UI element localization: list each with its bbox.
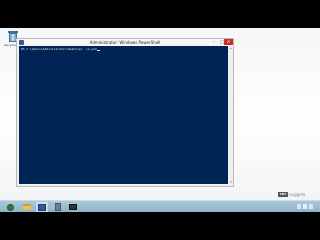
watermark-text: nuggets	[289, 192, 306, 197]
window-title: Administrator: Windows PowerShell	[89, 40, 161, 45]
folder-icon	[23, 204, 31, 210]
text-cursor	[96, 50, 100, 51]
powershell-icon	[38, 203, 46, 211]
powershell-taskbar-button[interactable]	[36, 202, 48, 212]
start-button[interactable]	[4, 202, 16, 212]
desktop: Recycle Bin Administrator: Windows Power…	[0, 0, 320, 240]
powershell-window[interactable]: Administrator: Windows PowerShell – □ ✕ …	[16, 38, 234, 187]
system-tray[interactable]	[297, 203, 317, 211]
cmd-taskbar-button[interactable]	[67, 202, 79, 212]
scroll-down-arrow-icon[interactable]: ▾	[229, 180, 233, 184]
server-manager-taskbar-button[interactable]	[52, 202, 64, 212]
console-prompt-text: PS C:\Users\Administrator\Desktop> .\s.p…	[21, 47, 97, 51]
close-button[interactable]: ✕	[224, 39, 233, 45]
volume-icon[interactable]	[309, 204, 313, 209]
watermark-badge: CBT	[278, 192, 288, 197]
network-icon[interactable]	[303, 204, 307, 209]
windows-start-icon	[6, 203, 14, 211]
title-bar[interactable]: Administrator: Windows PowerShell – □ ✕	[17, 39, 233, 46]
letterbox-bottom	[0, 212, 320, 240]
scroll-up-arrow-icon[interactable]: ▴	[229, 46, 233, 50]
console-prompt-line: PS C:\Users\Administrator\Desktop> .\s.p…	[21, 47, 100, 51]
cmd-icon	[69, 204, 77, 210]
server-manager-icon	[55, 203, 61, 211]
letterbox-top	[0, 0, 320, 28]
vertical-scrollbar[interactable]: ▴ ▾	[229, 46, 233, 184]
minimize-button[interactable]: –	[210, 39, 218, 45]
flag-icon[interactable]	[297, 204, 301, 209]
console-area[interactable]: PS C:\Users\Administrator\Desktop> .\s.p…	[19, 46, 228, 184]
taskbar	[0, 200, 320, 212]
file-explorer-taskbar-button[interactable]	[21, 202, 33, 212]
